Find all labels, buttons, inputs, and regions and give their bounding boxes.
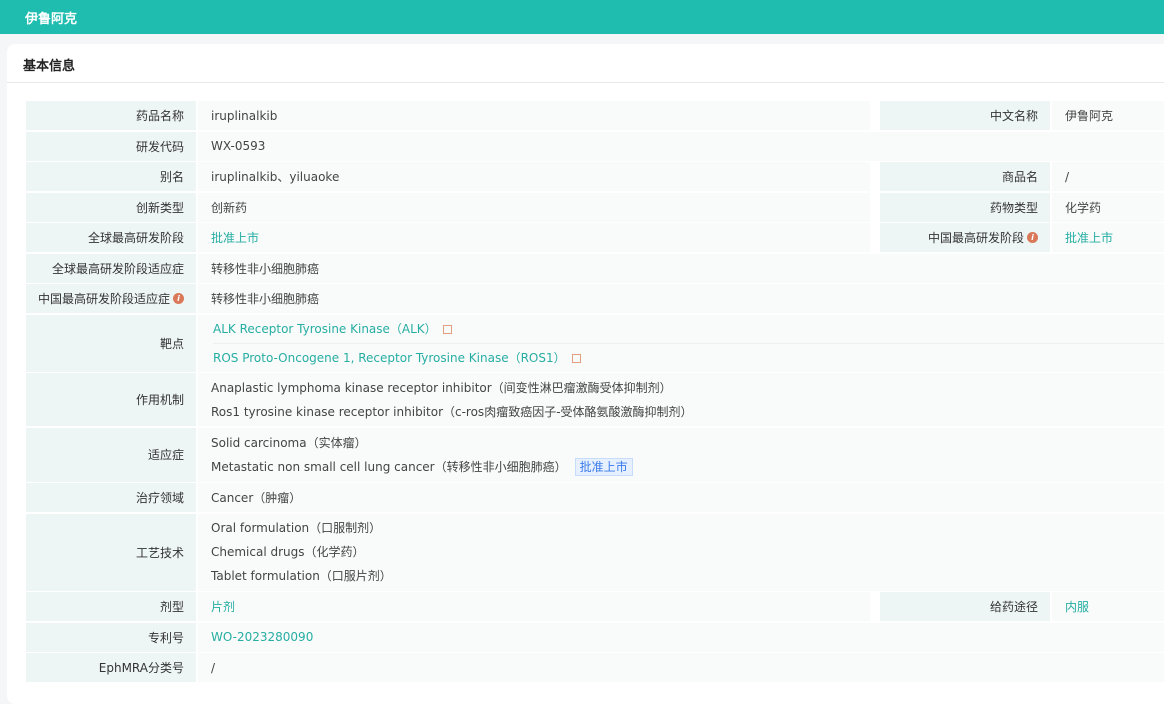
link-china-stage[interactable]: 批准上市: [1065, 229, 1164, 246]
row-form: 剂型 片剂 给药途径 内服: [26, 592, 1164, 621]
label-indication: 适应症: [26, 427, 196, 482]
label-patent: 专利号: [26, 622, 196, 652]
target-link-ros1[interactable]: ROS Proto-Oncogene 1, Receptor Tyrosine …: [213, 351, 566, 365]
row-drug-name: 药品名称 iruplinalkib 中文名称 伊鲁阿克: [26, 101, 1164, 130]
row-indication: 适应症 Solid carcinoma（实体瘤） Metastatic non …: [26, 427, 1164, 482]
tech-item: Chemical drugs（化学药）: [211, 545, 365, 559]
label-tech: 工艺技术: [26, 513, 196, 591]
info-icon[interactable]: i: [1027, 232, 1038, 243]
row-ephmra: EphMRA分类号 /: [26, 653, 1164, 682]
target-link-alk[interactable]: ALK Receptor Tyrosine Kinase（ALK）: [213, 322, 437, 336]
label-code: 研发代码: [26, 131, 196, 161]
row-code: 研发代码 WX-0593: [26, 131, 1164, 161]
value-drug-type: 化学药: [1052, 192, 1164, 222]
label-drug-type: 药物类型: [880, 192, 1050, 222]
label-text: 中国最高研发阶段适应症: [37, 292, 170, 306]
section-title: 基本信息: [7, 44, 1164, 83]
value-area: Cancer（肿瘤）: [198, 483, 1164, 512]
value-code: WX-0593: [198, 131, 1164, 161]
page-header: 伊鲁阿克: [0, 0, 1164, 34]
row-china-ind: 中国最高研发阶段适应症 i 转移性非小细胞肺癌: [26, 284, 1164, 313]
label-china-stage: 中国最高研发阶段 i: [880, 223, 1050, 252]
row-alias: 别名 iruplinalkib、yiluaoke 商品名 /: [26, 162, 1164, 191]
label-drug-name: 药品名称: [26, 101, 196, 130]
indication-item: Metastatic non small cell lung cancer（转移…: [211, 459, 567, 474]
label-global-stage: 全球最高研发阶段: [26, 223, 196, 252]
label-form: 剂型: [26, 592, 196, 621]
row-area: 治疗领域 Cancer（肿瘤）: [26, 483, 1164, 512]
info-table: 药品名称 iruplinalkib 中文名称 伊鲁阿克 研发代码 WX-0593…: [26, 101, 1164, 684]
value-trade-name: /: [1052, 162, 1164, 191]
external-link-icon[interactable]: [442, 324, 452, 334]
link-form[interactable]: 片剂: [211, 598, 870, 615]
value-global-ind: 转移性非小细胞肺癌: [198, 253, 1164, 283]
label-area: 治疗领域: [26, 483, 196, 512]
external-link-icon[interactable]: [571, 353, 581, 363]
value-alias: iruplinalkib、yiluaoke: [198, 162, 870, 191]
mechanism-item: Ros1 tyrosine kinase receptor inhibitor（…: [211, 404, 693, 419]
link-global-stage[interactable]: 批准上市: [211, 229, 870, 246]
label-global-ind: 全球最高研发阶段适应症: [26, 253, 196, 283]
row-tech: 工艺技术 Oral formulation（口服制剂） Chemical dru…: [26, 513, 1164, 591]
tech-item: Tablet formulation（口服片剂）: [211, 569, 392, 583]
row-target: 靶点 ALK Receptor Tyrosine Kinase（ALK） ROS…: [26, 314, 1164, 372]
row-stage: 全球最高研发阶段 批准上市 中国最高研发阶段 i 批准上市: [26, 223, 1164, 252]
label-innov-type: 创新类型: [26, 192, 196, 222]
value-china-ind: 转移性非小细胞肺癌: [198, 284, 1164, 313]
link-patent[interactable]: WO-2023280090: [211, 630, 1164, 644]
label-target: 靶点: [26, 314, 196, 372]
label-china-ind: 中国最高研发阶段适应症 i: [26, 284, 196, 313]
row-mechanism: 作用机制 Anaplastic lymphoma kinase receptor…: [26, 373, 1164, 426]
row-innov-type: 创新类型 创新药 药物类型 化学药: [26, 192, 1164, 222]
label-text: 中国最高研发阶段: [927, 231, 1024, 245]
label-cn-name: 中文名称: [880, 101, 1050, 130]
indication-item: Solid carcinoma（实体瘤）: [211, 435, 367, 450]
value-ephmra: /: [198, 653, 1164, 682]
row-global-ind: 全球最高研发阶段适应症 转移性非小细胞肺癌: [26, 253, 1164, 283]
mechanism-item: Anaplastic lymphoma kinase receptor inhi…: [211, 380, 672, 395]
row-patent: 专利号 WO-2023280090: [26, 622, 1164, 652]
value-drug-name: iruplinalkib: [198, 101, 870, 130]
tech-item: Oral formulation（口服制剂）: [211, 521, 382, 535]
label-route: 给药途径: [880, 592, 1050, 621]
value-cn-name: 伊鲁阿克: [1052, 101, 1164, 130]
label-ephmra: EphMRA分类号: [26, 653, 196, 682]
link-route[interactable]: 内服: [1065, 598, 1164, 615]
info-icon[interactable]: i: [173, 293, 184, 304]
value-innov-type: 创新药: [198, 192, 870, 222]
label-alias: 别名: [26, 162, 196, 191]
label-trade-name: 商品名: [880, 162, 1050, 191]
label-mechanism: 作用机制: [26, 373, 196, 426]
status-badge: 批准上市: [574, 457, 633, 476]
